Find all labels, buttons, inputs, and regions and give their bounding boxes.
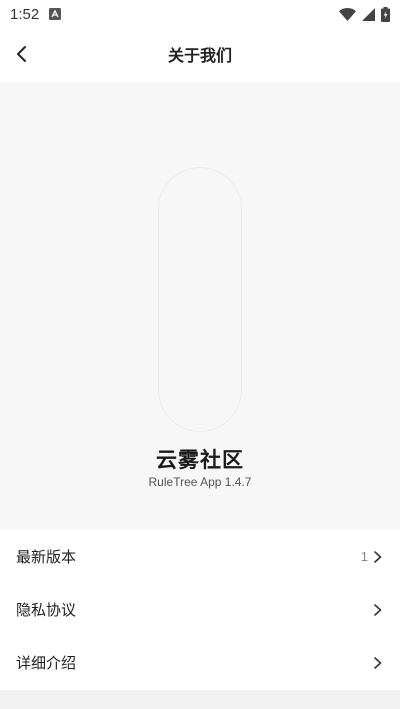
battery-icon (381, 6, 390, 22)
page-title: 关于我们 (167, 46, 232, 65)
wifi-icon (339, 7, 356, 21)
about-hero: 云雾社区 RuleTree App 1.4.7 (0, 82, 400, 530)
app-version: RuleTree App 1.4.7 (148, 475, 252, 489)
status-bar: 1:52 (0, 0, 400, 28)
chevron-left-icon[interactable] (6, 38, 38, 70)
status-left: 1:52 (10, 5, 62, 23)
app-bar: 关于我们 (0, 28, 400, 80)
menu-item-label: 详细介绍 (16, 654, 77, 672)
menu-item-right: 1 (361, 549, 384, 564)
menu-item-right (372, 603, 384, 617)
chevron-right-icon (372, 603, 384, 617)
menu-item-detailed-intro[interactable]: 详细介绍 (0, 636, 400, 689)
bottom-strip (0, 690, 400, 709)
status-right (339, 6, 390, 22)
app-name: 云雾社区 (156, 448, 244, 472)
menu-item-latest-version[interactable]: 最新版本 1 (0, 530, 400, 583)
a-notification-icon (49, 8, 62, 20)
signal-icon (362, 7, 375, 21)
menu-item-label: 最新版本 (16, 548, 77, 566)
about-menu: 最新版本 1 隐私协议 详细介绍 (0, 530, 400, 689)
version-badge: 1 (360, 549, 368, 564)
chevron-right-icon (372, 550, 384, 564)
app-logo (158, 167, 242, 432)
status-time: 1:52 (10, 5, 40, 23)
chevron-right-icon (372, 656, 384, 670)
menu-item-right (372, 656, 384, 670)
menu-item-label: 隐私协议 (16, 601, 77, 619)
menu-item-privacy-policy[interactable]: 隐私协议 (0, 583, 400, 636)
